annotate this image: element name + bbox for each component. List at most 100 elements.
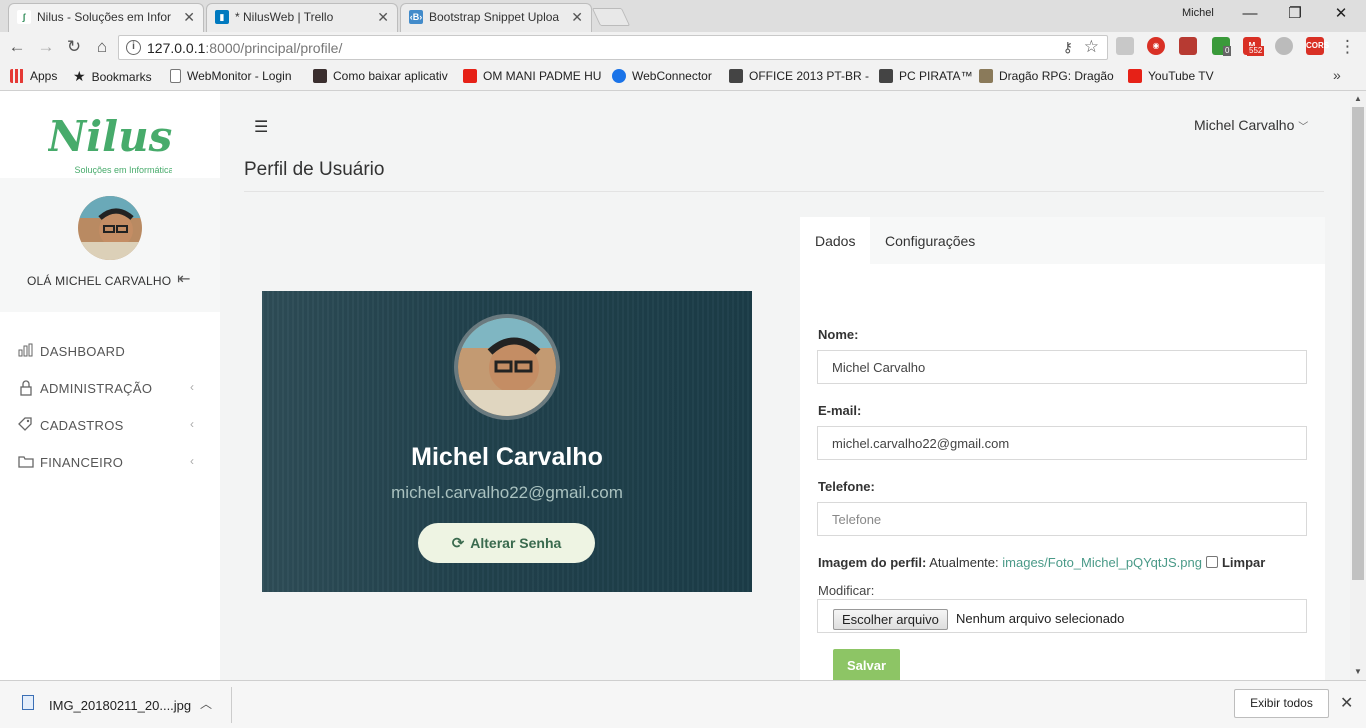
hamburger-menu-icon[interactable]: ☰ [254,117,268,137]
bookmark-om-mani[interactable]: OM MANI PADME HU [463,68,601,84]
chevron-left-icon: ‹ [190,454,195,468]
page-icon [170,69,181,83]
bookmark-office[interactable]: OFFICE 2013 PT-BR - [729,68,869,84]
youtube-icon [463,69,477,83]
star-icon: ★ [73,68,86,84]
bookmark-bookmarks[interactable]: ★ Bookmarks [73,68,152,85]
browser-chrome: ʃ Nilus - Soluções em Infor ✕ ▮ * NilusW… [0,0,1366,91]
bookmark-pc-pirata[interactable]: PC PIRATA™ [879,68,973,84]
sidebar-item-cadastros[interactable]: CADASTROS ‹ [18,415,208,437]
page-viewport: Nilus Soluções em Informática OLÁ MICHEL… [0,91,1350,680]
tab-strip: ʃ Nilus - Soluções em Infor ✕ ▮ * NilusW… [0,0,1366,32]
tags-icon [18,417,34,433]
chevron-up-icon[interactable]: ︿ [200,695,212,712]
restore-window-icon[interactable]: ❐ [1277,3,1313,25]
forward-arrow-icon[interactable]: → [35,36,57,58]
user-dropdown[interactable]: Michel Carvalho ﹀ [1194,117,1308,133]
profile-avatar [454,314,560,420]
dragon-icon [979,69,993,83]
address-bar[interactable]: i 127.0.0.1:8000/principal/profile/ ⚷ ☆ [118,35,1108,60]
trello-favicon-icon: ▮ [215,10,229,24]
nilus-logo[interactable]: Nilus Soluções em Informática [46,105,174,175]
logout-icon[interactable]: ⇤ [177,269,190,289]
change-password-button[interactable]: ⟳ Alterar Senha [418,523,595,563]
bookmark-webmonitor[interactable]: WebMonitor - Login [170,68,292,84]
current-image-link[interactable]: images/Foto_Michel_pQYqtJS.png [1002,555,1202,570]
bookmark-webconnector[interactable]: WebConnector [612,68,712,84]
clear-image-checkbox[interactable] [1205,556,1218,568]
close-tab-icon[interactable]: ✕ [571,4,583,31]
bookmark-star-icon[interactable]: ☆ [1084,37,1099,57]
form-tabs: Dados Configurações [800,217,1325,264]
email-field[interactable] [817,426,1307,460]
chevron-left-icon: ‹ [190,417,195,431]
avatar[interactable] [78,196,142,260]
extension-red-circle-icon[interactable]: ◉ [1147,37,1165,55]
svg-text:Nilus: Nilus [48,112,172,161]
extension-counter-badge: 0 [1223,46,1232,56]
profile-image-row: Imagem do perfil: Atualmente: images/Fot… [818,555,1265,570]
window-profile-name[interactable]: Michel [1182,7,1214,19]
close-tab-icon[interactable]: ✕ [377,4,389,31]
new-tab-button[interactable] [591,8,631,26]
download-item-name[interactable]: IMG_20180211_20....jpg [49,698,191,713]
browser-menu-icon[interactable]: ⋮ [1339,36,1356,58]
profile-card: Michel Carvalho michel.carvalho22@gmail.… [262,291,752,592]
name-field[interactable] [817,350,1307,384]
site-icon [729,69,743,83]
bookmark-como-baixar[interactable]: Como baixar aplicativ [313,68,448,84]
gmail-unread-badge: 552 [1247,46,1265,56]
close-tab-icon[interactable]: ✕ [183,4,195,31]
tab-configuracoes[interactable]: Configurações [870,217,990,264]
file-status-text: Nenhum arquivo selecionado [956,611,1125,626]
browser-tab-bootsnipp[interactable]: ‹B› Bootstrap Snippet Uploa ✕ [400,3,592,32]
home-icon[interactable]: ⌂ [91,36,113,58]
scroll-up-icon[interactable]: ▲ [1350,91,1366,107]
bookmark-apps[interactable]: Apps [10,68,57,84]
site-icon [879,69,893,83]
close-window-icon[interactable]: ✕ [1323,3,1359,25]
more-bookmarks-icon[interactable]: » [1333,67,1341,83]
bookmarks-bar: Apps ★ Bookmarks WebMonitor - Login Como … [0,63,1366,91]
sidebar-item-dashboard[interactable]: DASHBOARD [18,341,208,363]
key-icon[interactable]: ⚷ [1063,39,1073,56]
show-all-downloads-button[interactable]: Exibir todos [1234,689,1329,718]
sidebar-item-label: FINANCEIRO [40,455,124,470]
browser-toolbar: ← → ↻ ⌂ i 127.0.0.1:8000/principal/profi… [0,32,1366,63]
tab-dados[interactable]: Dados [800,217,871,264]
url-text: 127.0.0.1:8000/principal/profile/ [147,40,343,56]
minimize-window-icon[interactable]: — [1232,3,1268,25]
site-info-icon[interactable]: i [126,40,141,55]
close-icon[interactable]: ✕ [1340,693,1353,713]
extension-inactive-icon[interactable] [1116,37,1134,55]
file-input: Escolher arquivo Nenhum arquivo selecion… [817,599,1307,633]
back-arrow-icon[interactable]: ← [6,36,28,58]
sidebar-item-administracao[interactable]: ADMINISTRAÇÃO ‹ [18,378,208,400]
browser-tab-nilus[interactable]: ʃ Nilus - Soluções em Infor ✕ [8,3,204,32]
svg-text:Soluções em Informática: Soluções em Informática [74,165,172,175]
scroll-down-icon[interactable]: ▼ [1350,664,1366,680]
cors-extension-icon[interactable]: CORS [1306,37,1329,55]
choose-file-button[interactable]: Escolher arquivo [833,609,948,630]
download-shelf: IMG_20180211_20....jpg ︿ Exibir todos ✕ [0,680,1366,728]
name-label: Nome: [818,327,859,342]
browser-tab-trello[interactable]: ▮ * NilusWeb | Trello ✕ [206,3,398,32]
chevron-down-icon: ﹀ [1298,122,1309,133]
refresh-icon: ⟳ [451,535,465,552]
sidebar: Nilus Soluções em Informática OLÁ MICHEL… [0,91,220,680]
bookmark-youtube-tv[interactable]: YouTube TV [1128,68,1214,84]
bookmark-dragao-rpg[interactable]: Dragão RPG: Dragão [979,68,1114,84]
phone-field[interactable] [817,502,1307,536]
user-panel: OLÁ MICHEL CARVALHO ⇤ [0,178,220,312]
bootsnipp-favicon-icon: ‹B› [409,10,423,24]
page-scrollbar[interactable]: ▲ ▼ [1350,91,1366,680]
save-button[interactable]: Salvar [833,649,900,680]
extension-book-icon[interactable] [1179,37,1197,55]
reload-icon[interactable]: ↻ [63,36,85,58]
sidebar-item-financeiro[interactable]: FINANCEIRO ‹ [18,452,208,474]
scrollbar-thumb[interactable] [1352,107,1364,580]
image-label: Imagem do perfil: [818,555,927,570]
extension-grey-icon[interactable] [1275,37,1293,55]
modify-label: Modificar: [818,583,875,598]
chevron-left-icon: ‹ [190,380,195,394]
